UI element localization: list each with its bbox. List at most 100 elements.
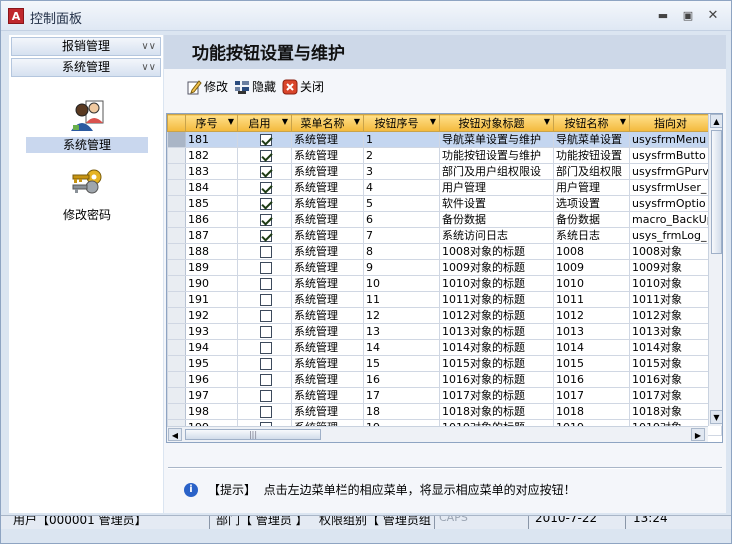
- enabled-cell[interactable]: [237, 339, 292, 356]
- row-selector[interactable]: [167, 227, 186, 244]
- table-cell[interactable]: 2: [363, 147, 440, 164]
- table-cell[interactable]: 11: [363, 291, 440, 308]
- enabled-cell[interactable]: [237, 403, 292, 420]
- table-cell[interactable]: 1010: [553, 275, 630, 292]
- table-cell[interactable]: 软件设置: [439, 195, 554, 212]
- enabled-cell[interactable]: [237, 163, 292, 180]
- enabled-checkbox[interactable]: [259, 294, 272, 306]
- enabled-cell[interactable]: [237, 243, 292, 260]
- table-cell[interactable]: 导航菜单设置: [553, 131, 630, 148]
- table-cell[interactable]: 1018: [553, 403, 630, 420]
- table-row[interactable]: 192 系统管理 12 1012对象的标题 1012 1012对象: [167, 307, 722, 324]
- table-cell[interactable]: 系统管理: [291, 371, 364, 388]
- table-cell[interactable]: 186: [185, 211, 238, 228]
- row-selector[interactable]: [167, 179, 186, 196]
- table-cell[interactable]: 系统管理: [291, 339, 364, 356]
- column-header[interactable]: 按钮对象标题 ▼: [439, 114, 554, 132]
- table-cell[interactable]: 191: [185, 291, 238, 308]
- table-row[interactable]: 190 系统管理 10 1010对象的标题 1010 1010对象: [167, 275, 722, 292]
- enabled-cell[interactable]: [237, 307, 292, 324]
- table-cell[interactable]: 7: [363, 227, 440, 244]
- table-cell[interactable]: 4: [363, 179, 440, 196]
- table-cell[interactable]: 部门及用户组权限设: [439, 163, 554, 180]
- table-cell[interactable]: 备份数据: [553, 211, 630, 228]
- nav-reimbursement-management[interactable]: 报销管理 ∨∨: [11, 37, 161, 56]
- table-row[interactable]: 197 系统管理 17 1017对象的标题 1017 1017对象: [167, 387, 722, 404]
- enabled-checkbox[interactable]: [259, 198, 272, 210]
- table-cell[interactable]: 系统日志: [553, 227, 630, 244]
- title-bar[interactable]: A 控制面板 ▬ ▣ ✕: [1, 1, 731, 31]
- table-row[interactable]: 184 系统管理 4 用户管理 用户管理 usysfrmUser_: [167, 179, 722, 196]
- table-cell[interactable]: 1009: [553, 259, 630, 276]
- vertical-scroll-thumb[interactable]: [711, 130, 722, 254]
- restore-icon[interactable]: ▣: [680, 9, 696, 23]
- table-cell[interactable]: 193: [185, 323, 238, 340]
- scroll-right-icon[interactable]: ▶: [691, 428, 705, 441]
- table-cell[interactable]: 1010对象的标题: [439, 275, 554, 292]
- enabled-cell[interactable]: [237, 227, 292, 244]
- hide-button[interactable]: 隐藏: [234, 77, 280, 97]
- table-row[interactable]: 188 系统管理 8 1008对象的标题 1008 1008对象: [167, 243, 722, 260]
- enabled-checkbox[interactable]: [259, 406, 272, 418]
- table-cell[interactable]: 1017对象的标题: [439, 387, 554, 404]
- row-selector[interactable]: [167, 355, 186, 372]
- table-cell[interactable]: 1008对象的标题: [439, 243, 554, 260]
- tool-change-password[interactable]: 修改密码: [19, 169, 155, 223]
- table-cell[interactable]: 10: [363, 275, 440, 292]
- table-cell[interactable]: 183: [185, 163, 238, 180]
- table-cell[interactable]: 系统管理: [291, 387, 364, 404]
- table-row[interactable]: 193 系统管理 13 1013对象的标题 1013 1013对象: [167, 323, 722, 340]
- enabled-checkbox[interactable]: [259, 214, 272, 226]
- row-selector[interactable]: [167, 131, 186, 148]
- table-row[interactable]: 187 系统管理 7 系统访问日志 系统日志 usys_frmLog_: [167, 227, 722, 244]
- row-selector[interactable]: [167, 147, 186, 164]
- table-cell[interactable]: 系统管理: [291, 179, 364, 196]
- table-cell[interactable]: 系统管理: [291, 195, 364, 212]
- table-cell[interactable]: 9: [363, 259, 440, 276]
- table-cell[interactable]: 系统管理: [291, 259, 364, 276]
- table-cell[interactable]: 14: [363, 339, 440, 356]
- table-cell[interactable]: 194: [185, 339, 238, 356]
- table-row[interactable]: 185 系统管理 5 软件设置 选项设置 usysfrmOptio: [167, 195, 722, 212]
- table-cell[interactable]: 功能按钮设置与维护: [439, 147, 554, 164]
- table-cell[interactable]: 1014对象的标题: [439, 339, 554, 356]
- table-cell[interactable]: 1015: [553, 355, 630, 372]
- table-cell[interactable]: 1012: [553, 307, 630, 324]
- enabled-checkbox[interactable]: [259, 134, 272, 146]
- enabled-checkbox[interactable]: [259, 166, 272, 178]
- table-row[interactable]: 186 系统管理 6 备份数据 备份数据 macro_BackUp: [167, 211, 722, 228]
- table-cell[interactable]: 系统管理: [291, 163, 364, 180]
- table-cell[interactable]: 系统管理: [291, 403, 364, 420]
- table-cell[interactable]: 系统管理: [291, 131, 364, 148]
- enabled-cell[interactable]: [237, 275, 292, 292]
- row-selector[interactable]: [167, 371, 186, 388]
- horizontal-scroll-thumb[interactable]: |||: [185, 429, 321, 440]
- table-row[interactable]: 183 系统管理 3 部门及用户组权限设 部门及组权限 usysfrmGPurv: [167, 163, 722, 180]
- scroll-left-icon[interactable]: ◀: [168, 428, 182, 441]
- table-cell[interactable]: 1008: [553, 243, 630, 260]
- enabled-cell[interactable]: [237, 371, 292, 388]
- column-header[interactable]: 菜单名称 ▼: [291, 114, 364, 132]
- table-cell[interactable]: 185: [185, 195, 238, 212]
- table-cell[interactable]: 系统管理: [291, 211, 364, 228]
- row-selector[interactable]: [167, 291, 186, 308]
- enabled-checkbox[interactable]: [259, 150, 272, 162]
- horizontal-scrollbar[interactable]: ◀ ||| ▶: [167, 426, 708, 442]
- table-row[interactable]: 181 系统管理 1 导航菜单设置与维护 导航菜单设置 usysfrmMenu: [167, 131, 722, 148]
- table-cell[interactable]: 1012对象的标题: [439, 307, 554, 324]
- table-cell[interactable]: 1009对象的标题: [439, 259, 554, 276]
- table-cell[interactable]: 1015对象的标题: [439, 355, 554, 372]
- row-selector[interactable]: [167, 275, 186, 292]
- enabled-checkbox[interactable]: [259, 246, 272, 258]
- table-cell[interactable]: 1014: [553, 339, 630, 356]
- row-selector[interactable]: [167, 163, 186, 180]
- table-cell[interactable]: 12: [363, 307, 440, 324]
- enabled-cell[interactable]: [237, 387, 292, 404]
- table-cell[interactable]: 18: [363, 403, 440, 420]
- table-cell[interactable]: 导航菜单设置与维护: [439, 131, 554, 148]
- row-selector[interactable]: [167, 243, 186, 260]
- table-cell[interactable]: 1018对象的标题: [439, 403, 554, 420]
- table-cell[interactable]: 195: [185, 355, 238, 372]
- scroll-up-icon[interactable]: ▲: [710, 114, 722, 128]
- enabled-cell[interactable]: [237, 355, 292, 372]
